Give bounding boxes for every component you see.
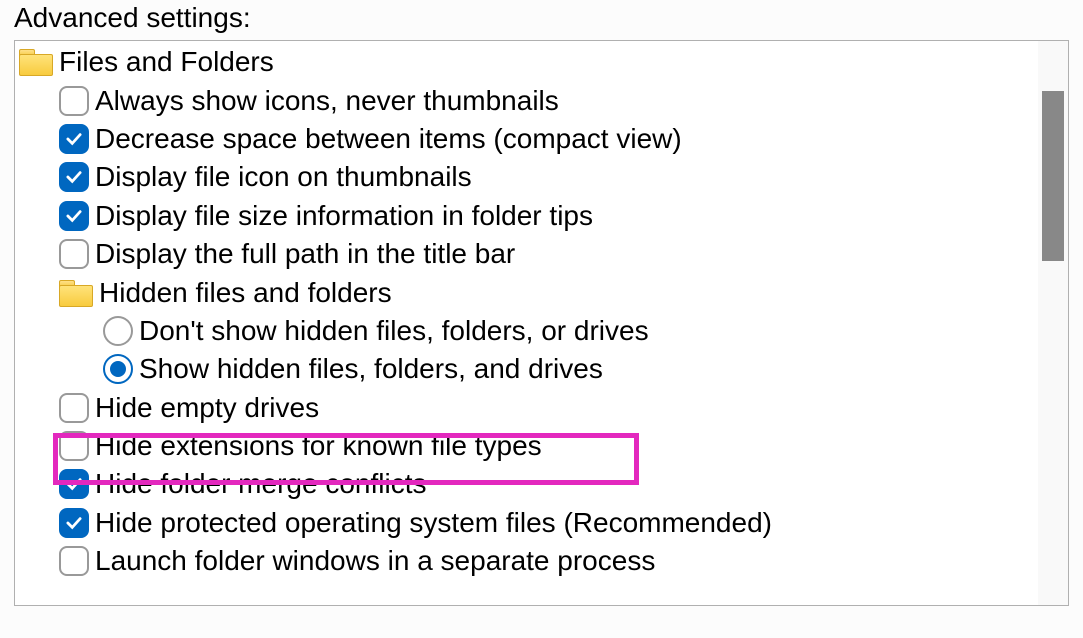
checkbox-icon[interactable] (59, 431, 89, 461)
checkbox-icon[interactable] (59, 201, 89, 231)
option-hide-protected-os-files[interactable]: Hide protected operating system files (R… (15, 504, 1068, 542)
heading-advanced-settings: Advanced settings: (14, 2, 1069, 34)
option-hide-empty-drives[interactable]: Hide empty drives (15, 389, 1068, 427)
option-label: Display file icon on thumbnails (95, 163, 472, 191)
option-display-full-path-titlebar[interactable]: Display the full path in the title bar (15, 235, 1068, 273)
tree-folder-hidden-files[interactable]: Hidden files and folders (15, 273, 1068, 311)
option-label: Decrease space between items (compact vi… (95, 125, 682, 153)
tree-folder-root[interactable]: Files and Folders (15, 43, 1068, 81)
option-label: Always show icons, never thumbnails (95, 87, 559, 115)
option-show-hidden[interactable]: Show hidden files, folders, and drives (15, 350, 1068, 388)
checkbox-icon[interactable] (59, 86, 89, 116)
option-hide-folder-merge-conflicts[interactable]: Hide folder merge conflicts (15, 465, 1068, 503)
radio-icon[interactable] (103, 316, 133, 346)
option-launch-folder-separate-process[interactable]: Launch folder windows in a separate proc… (15, 542, 1068, 580)
option-dont-show-hidden[interactable]: Don't show hidden files, folders, or dri… (15, 312, 1068, 350)
checkbox-icon[interactable] (59, 162, 89, 192)
checkbox-icon[interactable] (59, 546, 89, 576)
option-label: Hide folder merge conflicts (95, 470, 426, 498)
checkbox-icon[interactable] (59, 393, 89, 423)
option-display-file-icon-thumbnails[interactable]: Display file icon on thumbnails (15, 158, 1068, 196)
checkbox-icon[interactable] (59, 469, 89, 499)
option-hide-extensions-known-types[interactable]: Hide extensions for known file types (15, 427, 1068, 465)
option-decrease-space-compact[interactable]: Decrease space between items (compact vi… (15, 120, 1068, 158)
tree-folder-label: Hidden files and folders (99, 279, 392, 307)
folder-icon (19, 49, 53, 75)
option-label: Launch folder windows in a separate proc… (95, 547, 655, 575)
folder-icon (59, 280, 93, 306)
checkbox-icon[interactable] (59, 124, 89, 154)
option-label: Display file size information in folder … (95, 202, 593, 230)
option-label: Don't show hidden files, folders, or dri… (139, 317, 649, 345)
scrollbar-track[interactable] (1038, 41, 1068, 605)
option-label: Hide protected operating system files (R… (95, 509, 772, 537)
checkbox-icon[interactable] (59, 508, 89, 538)
scrollbar-thumb[interactable] (1042, 91, 1064, 261)
tree-folder-label: Files and Folders (59, 48, 274, 76)
checkbox-icon[interactable] (59, 239, 89, 269)
radio-icon[interactable] (103, 354, 133, 384)
option-label: Hide extensions for known file types (95, 432, 542, 460)
option-display-file-size-tips[interactable]: Display file size information in folder … (15, 197, 1068, 235)
option-label: Display the full path in the title bar (95, 240, 515, 268)
option-label: Show hidden files, folders, and drives (139, 355, 603, 383)
option-label: Hide empty drives (95, 394, 319, 422)
advanced-settings-listbox[interactable]: Files and Folders Always show icons, nev… (14, 40, 1069, 606)
option-always-show-icons[interactable]: Always show icons, never thumbnails (15, 81, 1068, 119)
